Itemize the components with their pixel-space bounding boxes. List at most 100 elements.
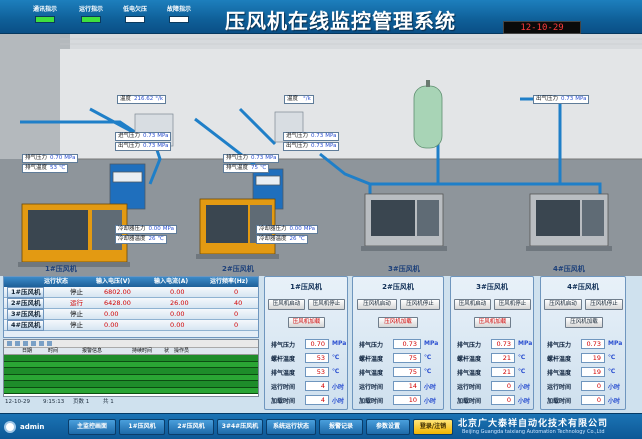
compressor-room-scene: 温度 216.62 °/k 温度 °/k 出气压力 0.73 MPa 排气压力 0.70 MP… bbox=[0, 34, 642, 276]
company-name: 北京广大泰祥自动化技术有限公司 bbox=[458, 419, 609, 429]
panel-2-row-pressure: 排气压力 0.73 MPa bbox=[359, 339, 439, 349]
panel-compressor-3: 3#压风机 压风机启动 压风机停止 压风机加载 排气压力 0.73 MPa 螺杆温度… bbox=[450, 276, 534, 410]
tag-u2-inlet-pressure: 进气压力 0.73 MPa bbox=[283, 132, 340, 141]
tag-u1-outlet-pressure: 出气压力 0.73 MPa bbox=[115, 142, 172, 151]
grid-tool-icon[interactable] bbox=[31, 341, 36, 346]
tag-u2-discharge-pressure: 排气压力 0.73 MPa bbox=[223, 154, 280, 163]
grid-tool-icon[interactable] bbox=[23, 341, 28, 346]
status-row-2-name[interactable]: 2#压风机 bbox=[7, 298, 45, 309]
tag-u2-cooler-temp: 冷却器温度 26 ℃ bbox=[256, 235, 308, 244]
panel-3-row-discharge-temp: 排气温度 21 ℃ bbox=[457, 367, 526, 377]
panel-2-row-screw-temp: 螺杆温度 75 ℃ bbox=[359, 353, 432, 363]
login-logout-button[interactable]: 登录/注销 bbox=[413, 419, 453, 435]
nav-compressor-2[interactable]: 2#压风机 bbox=[168, 419, 214, 435]
panel-4-row-load-time: 加载时间 0 小时 bbox=[547, 395, 621, 405]
unit-label-1: 1#压风机 bbox=[45, 265, 77, 273]
run-lamp bbox=[81, 16, 101, 23]
panel-1-row-pressure: 排气压力 0.70 MPa bbox=[271, 339, 347, 349]
status-row-3: 3#压风机 停止 0.00 0.00 0 bbox=[4, 309, 258, 320]
alarm-grid: 日期 时间 报警信息 持续时间 状 操作员 bbox=[3, 339, 259, 397]
tag-u1-discharge-temp: 排气温度 53 ℃ bbox=[22, 164, 69, 173]
panel-2-title: 2#压风机 bbox=[382, 283, 414, 291]
stop-button-2[interactable]: 压风机停止 bbox=[400, 299, 440, 310]
start-button-4[interactable]: 压风机启动 bbox=[544, 299, 582, 310]
load-button-4[interactable]: 压风机加载 bbox=[565, 317, 603, 328]
current-user: admin bbox=[4, 418, 60, 436]
header-bar: 通讯指示 运行指示 低电欠压 故障指示 压风机在线监控管理系统 12-10-29… bbox=[0, 0, 642, 46]
tag-u2-outlet-pressure: 出气压力 0.73 MPa bbox=[283, 142, 340, 151]
tag-u1-cooler-temp: 冷却器温度 26 ℃ bbox=[115, 235, 167, 244]
start-button-1[interactable]: 压风机启动 bbox=[268, 299, 305, 310]
tag-u1-cooler-pressure: 冷却器压力 0.00 MPa bbox=[115, 225, 177, 234]
status-row-1: 1#压风机 停止 6802.00 0.00 0 bbox=[4, 287, 258, 298]
comm-indicator: 通讯指示 bbox=[22, 4, 68, 23]
panel-3-row-pressure: 排气压力 0.73 MPa bbox=[457, 339, 533, 349]
panel-2-row-load-time: 加载时间 10 小时 bbox=[359, 395, 437, 405]
status-row-1-name[interactable]: 1#压风机 bbox=[7, 287, 45, 298]
unit-label-4: 4#压风机 bbox=[553, 265, 585, 273]
nav-compressor-3-4[interactable]: 3#4#压风机 bbox=[217, 419, 263, 435]
status-row-3-name[interactable]: 3#压风机 bbox=[7, 309, 45, 320]
run-indicator: 运行指示 bbox=[68, 4, 114, 23]
panel-3-title: 3#压风机 bbox=[476, 283, 508, 291]
panel-2-row-discharge-temp: 排气温度 75 ℃ bbox=[359, 367, 432, 377]
panel-3-row-run-time: 运行时间 0 小时 bbox=[457, 381, 531, 391]
status-table: 运行状态 输入电压(V) 输入电流(A) 运行频率(Hz) 1#压风机 停止 6… bbox=[3, 276, 259, 338]
alarm-grid-toolbar bbox=[4, 340, 258, 348]
status-row-4-name[interactable]: 4#压风机 bbox=[7, 320, 45, 331]
panel-4-title: 4#压风机 bbox=[567, 283, 599, 291]
nav-compressor-1[interactable]: 1#压风机 bbox=[119, 419, 165, 435]
tag-u2-cooler-pressure: 冷却器压力 0.00 MPa bbox=[256, 225, 318, 234]
panel-1-title: 1#压风机 bbox=[290, 283, 322, 291]
footer-nav-bar: admin 主监控画面 1#压风机 2#压风机 3#4#压风机 系统运行状态 报… bbox=[0, 413, 642, 439]
nav-main-monitor[interactable]: 主监控画面 bbox=[68, 419, 116, 435]
tag-outlet-pressure: 出气压力 0.73 MPa bbox=[533, 95, 590, 104]
panel-compressor-2: 2#压风机 压风机启动 压风机停止 压风机加载 排气压力 0.73 MPa 螺杆温度… bbox=[352, 276, 444, 410]
grid-tool-icon[interactable] bbox=[47, 341, 52, 346]
fault-indicator: 故障指示 bbox=[156, 4, 202, 23]
user-avatar-icon bbox=[4, 421, 16, 433]
stop-button-4[interactable]: 压风机停止 bbox=[585, 299, 623, 310]
panel-compressor-1: 1#压风机 压风机启动 压风机停止 压风机加载 排气压力 0.70 MPa 螺杆温度… bbox=[264, 276, 348, 410]
panel-1-row-discharge-temp: 排气温度 53 ℃ bbox=[271, 367, 340, 377]
alarm-grid-header: 日期 时间 报警信息 持续时间 状 操作员 bbox=[4, 348, 258, 355]
tag-temp-1: 温度 216.62 °/k bbox=[117, 95, 167, 104]
tag-u1-discharge-pressure: 排气压力 0.70 MPa bbox=[22, 154, 79, 163]
load-button-3[interactable]: 压风机加载 bbox=[474, 317, 511, 328]
start-button-2[interactable]: 压风机启动 bbox=[357, 299, 397, 310]
nav-parameter-settings[interactable]: 参数设置 bbox=[366, 419, 410, 435]
panel-4-row-screw-temp: 螺杆温度 19 ℃ bbox=[547, 353, 616, 363]
panel-4-row-run-time: 运行时间 0 小时 bbox=[547, 381, 621, 391]
tag-u1-inlet-pressure: 进气压力 0.73 MPa bbox=[115, 132, 172, 141]
grid-tool-icon[interactable] bbox=[7, 341, 12, 346]
tag-temp-2: 温度 °/k bbox=[284, 95, 314, 104]
company-name-english: Beijing Guangda taixiang Automation Tech… bbox=[462, 429, 605, 435]
undervoltage-indicator: 低电欠压 bbox=[112, 4, 158, 23]
nav-alarm-log[interactable]: 报警记录 bbox=[319, 419, 363, 435]
page-title: 压风机在线监控管理系统 bbox=[225, 9, 456, 33]
unit-label-3: 3#压风机 bbox=[388, 265, 420, 273]
clock-display: 12-10-29 9:15:13 bbox=[503, 21, 581, 46]
panel-2-row-run-time: 运行时间 14 小时 bbox=[359, 381, 437, 391]
table-row[interactable] bbox=[4, 387, 258, 394]
status-row-2: 2#压风机 运行 6428.00 26.00 40 bbox=[4, 298, 258, 309]
panel-4-row-discharge-temp: 排气温度 19 ℃ bbox=[547, 367, 616, 377]
room-illustration bbox=[0, 34, 642, 276]
stop-button-3[interactable]: 压风机停止 bbox=[494, 299, 531, 310]
nav-system-status[interactable]: 系统运行状态 bbox=[266, 419, 316, 435]
panel-1-row-load-time: 加载时间 4 小时 bbox=[271, 395, 345, 405]
alarm-grid-footer: 12-10-29 9:15:13 页数 1 共 1 bbox=[5, 399, 114, 405]
undervoltage-lamp bbox=[125, 16, 145, 23]
start-button-3[interactable]: 压风机启动 bbox=[454, 299, 491, 310]
load-button-1[interactable]: 压风机加载 bbox=[288, 317, 325, 328]
panel-4-row-pressure: 排气压力 0.73 MPa bbox=[547, 339, 623, 349]
stop-button-1[interactable]: 压风机停止 bbox=[308, 299, 345, 310]
comm-lamp bbox=[35, 16, 55, 23]
panel-3-row-screw-temp: 螺杆温度 21 ℃ bbox=[457, 353, 526, 363]
status-table-header: 运行状态 输入电压(V) 输入电流(A) 运行频率(Hz) bbox=[4, 277, 258, 287]
unit-label-2: 2#压风机 bbox=[222, 265, 254, 273]
load-button-2[interactable]: 压风机加载 bbox=[378, 317, 418, 328]
grid-tool-icon[interactable] bbox=[15, 341, 20, 346]
grid-tool-icon[interactable] bbox=[39, 341, 44, 346]
tag-u2-discharge-temp: 排气温度 75 ℃ bbox=[223, 164, 270, 173]
